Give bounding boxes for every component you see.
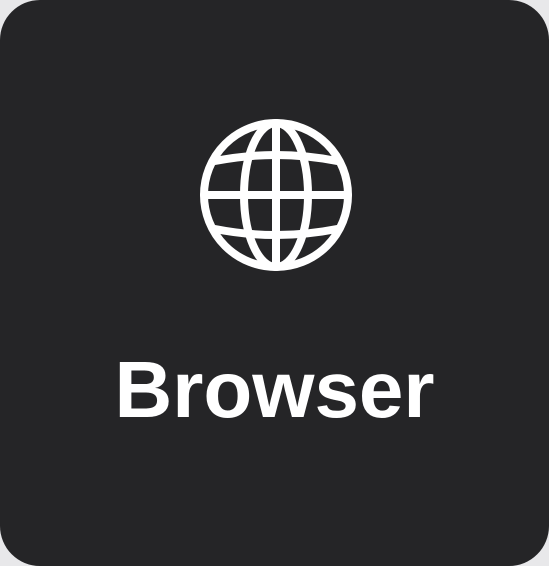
browser-app-tile[interactable]: Browser: [0, 0, 549, 566]
globe-icon: [198, 117, 354, 273]
app-label: Browser: [114, 345, 435, 434]
